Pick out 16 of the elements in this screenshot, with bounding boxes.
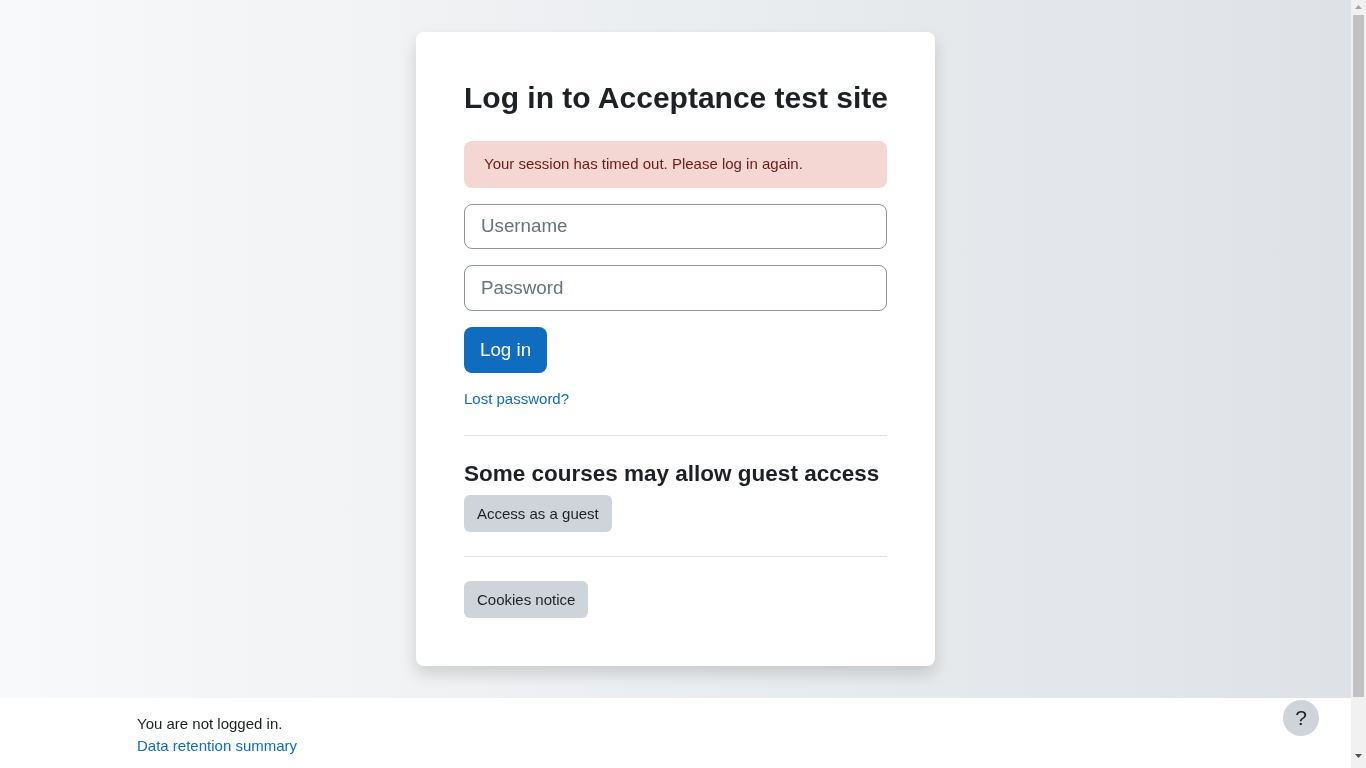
scroll-up-arrow-icon[interactable] bbox=[1355, 5, 1362, 9]
username-field[interactable]: Username bbox=[464, 203, 887, 250]
password-field[interactable]: Password bbox=[464, 265, 887, 312]
guest-heading: Some courses may allow guest access bbox=[464, 460, 880, 488]
cookies-notice-button[interactable]: Cookies notice bbox=[464, 581, 589, 618]
scrollbar[interactable] bbox=[1351, 0, 1366, 768]
help-button[interactable]: ? bbox=[1283, 700, 1319, 736]
login-button[interactable]: Log in bbox=[464, 327, 548, 373]
lost-password-link[interactable]: Lost password? bbox=[464, 387, 570, 411]
scrollbar-thumb[interactable] bbox=[1353, 15, 1364, 697]
data-retention-link[interactable]: Data retention summary bbox=[137, 735, 298, 758]
login-title: Log in to Acceptance test site bbox=[464, 80, 888, 116]
session-alert: Your session has timed out. Please log in again. bbox=[464, 141, 887, 188]
scroll-down-arrow-icon[interactable] bbox=[1355, 754, 1362, 758]
guest-access-button[interactable]: Access as a guest bbox=[464, 495, 612, 533]
login-status-text: You are not logged in. bbox=[137, 714, 283, 734]
